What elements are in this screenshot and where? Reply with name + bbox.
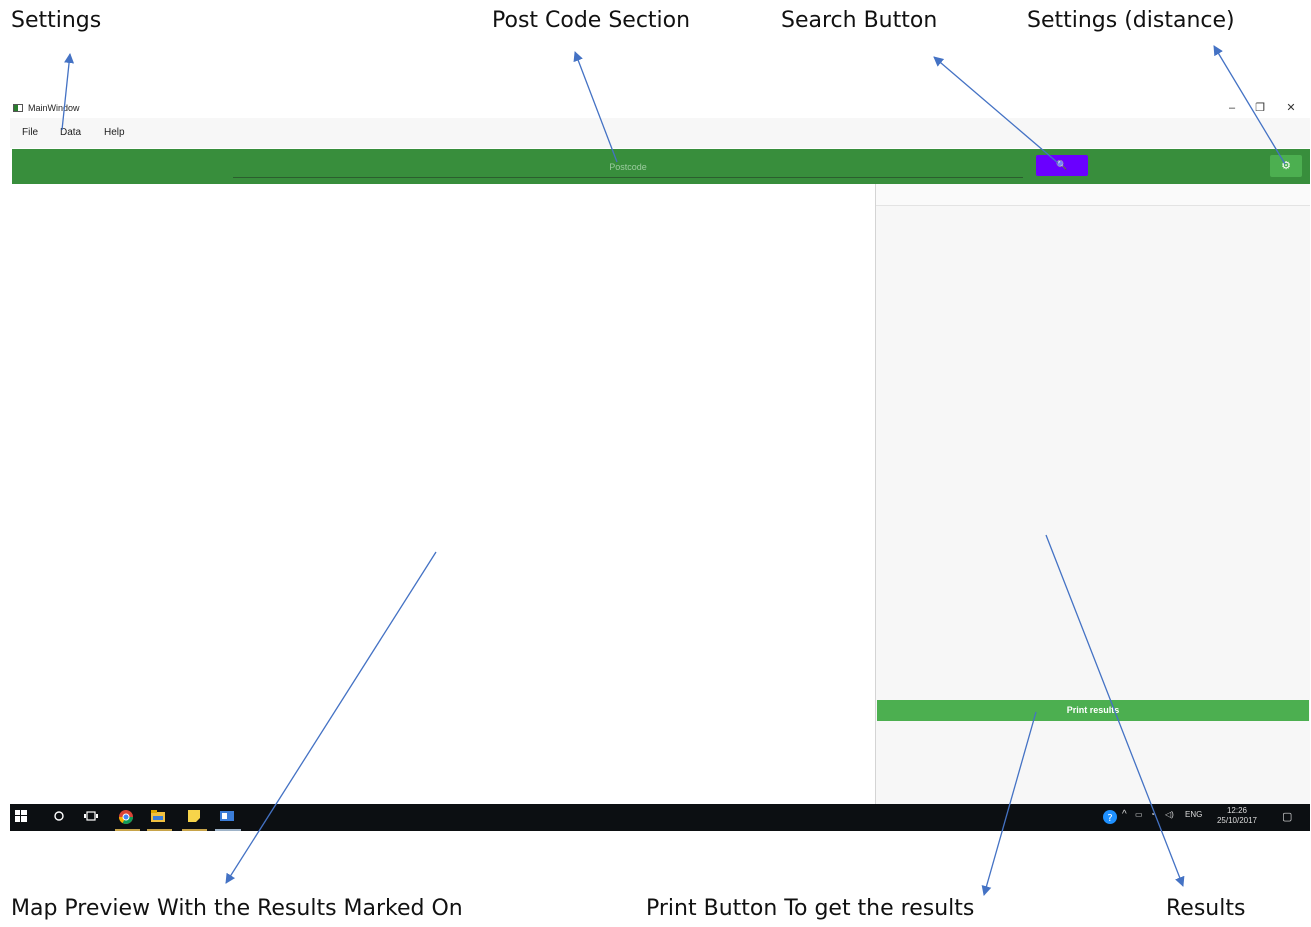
main-window: MainWindow – ❐ ✕ File Data Help Postcode… xyxy=(10,98,1310,804)
clock-date: 25/10/2017 xyxy=(1216,816,1258,825)
app-icon xyxy=(13,104,23,112)
volume-icon[interactable]: ◁) xyxy=(1165,810,1174,819)
results-header xyxy=(876,184,1310,206)
gear-icon: ⚙ xyxy=(1281,160,1291,172)
language-indicator[interactable]: ENG xyxy=(1185,810,1202,819)
file-explorer-icon[interactable] xyxy=(151,810,165,824)
task-view-icon[interactable] xyxy=(84,810,98,824)
menu-data[interactable]: Data xyxy=(60,127,81,138)
search-icon: 🔍 xyxy=(1056,160,1068,170)
wifi-icon[interactable]: ◔ xyxy=(1150,810,1155,819)
map-preview[interactable] xyxy=(10,184,875,804)
battery-icon[interactable]: ▭ xyxy=(1135,810,1143,819)
taskbar-indicator-notes xyxy=(182,829,207,831)
app-window-icon[interactable] xyxy=(220,810,234,824)
menu-bar: File Data Help xyxy=(10,118,1310,148)
close-button[interactable]: ✕ xyxy=(1277,100,1305,116)
print-results-button[interactable]: Print results xyxy=(877,700,1309,721)
tray-chevron-icon[interactable]: ^ xyxy=(1122,809,1127,820)
annotation-search-button: Search Button xyxy=(781,8,938,33)
minimize-button[interactable]: – xyxy=(1218,100,1246,116)
toolbar: Postcode 🔍 ⚙ xyxy=(12,149,1310,184)
taskbar-indicator-chrome xyxy=(115,829,140,831)
annotation-map-preview: Map Preview With the Results Marked On xyxy=(11,896,463,921)
taskbar: ? ^ ▭ ◔ ◁) ENG 12:26 25/10/2017 ▢ xyxy=(10,804,1310,831)
clock-time: 12:26 xyxy=(1226,806,1248,815)
sticky-notes-icon[interactable] xyxy=(187,810,201,824)
postcode-input[interactable]: Postcode xyxy=(233,157,1023,178)
chrome-icon[interactable] xyxy=(119,810,133,824)
notification-icon[interactable]: ▢ xyxy=(1282,810,1292,823)
search-circle-icon[interactable] xyxy=(52,810,66,824)
annotation-print-button: Print Button To get the results xyxy=(646,896,975,921)
windows-start-icon[interactable] xyxy=(14,810,28,824)
search-button[interactable]: 🔍 xyxy=(1036,155,1088,176)
annotation-settings: Settings xyxy=(11,8,102,33)
taskbar-indicator-explorer xyxy=(147,829,172,831)
menu-help[interactable]: Help xyxy=(104,127,125,138)
title-bar: MainWindow – ❐ ✕ xyxy=(10,98,1310,118)
settings-distance-button[interactable]: ⚙ xyxy=(1270,155,1302,177)
annotation-results: Results xyxy=(1166,896,1246,921)
menu-file[interactable]: File xyxy=(22,127,38,138)
help-icon[interactable]: ? xyxy=(1103,810,1117,824)
annotation-settings-distance: Settings (distance) xyxy=(1027,8,1235,33)
annotation-postcode-section: Post Code Section xyxy=(492,8,691,33)
results-panel: Print results xyxy=(875,184,1310,804)
svg-text:?: ? xyxy=(1107,813,1112,824)
clock[interactable]: 12:26 25/10/2017 xyxy=(1214,806,1260,826)
window-title: MainWindow xyxy=(28,103,80,113)
restore-button[interactable]: ❐ xyxy=(1246,100,1274,116)
taskbar-indicator-app xyxy=(215,829,241,831)
